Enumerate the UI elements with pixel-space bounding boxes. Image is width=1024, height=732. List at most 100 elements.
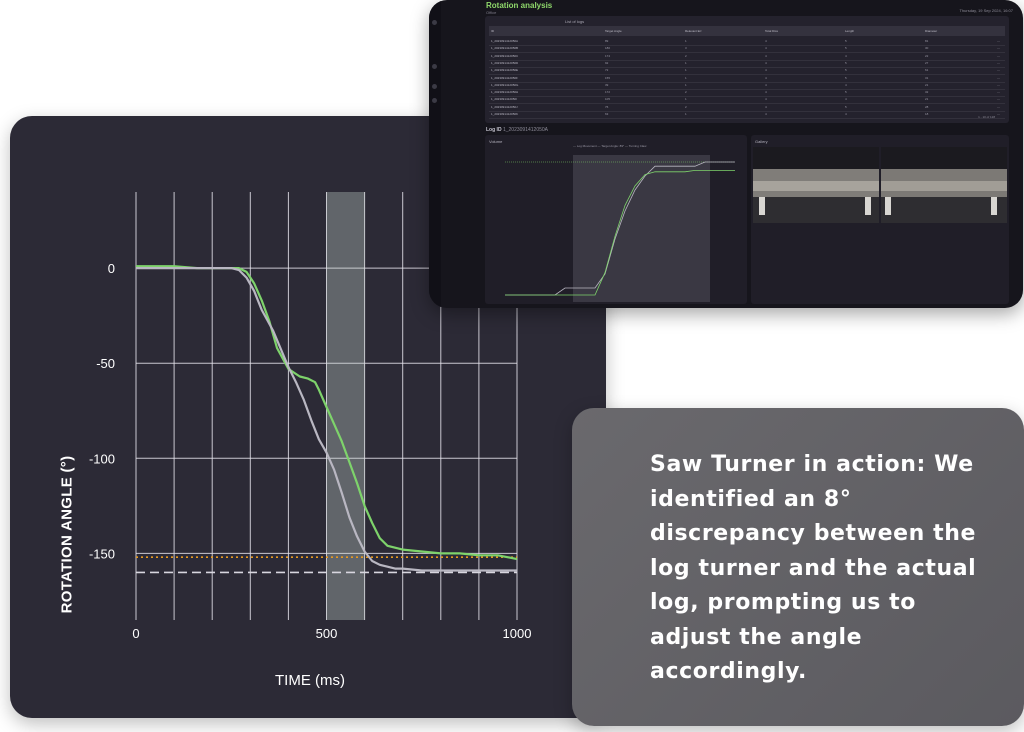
caption-text: Saw Turner in action: We identified an 8… — [650, 452, 977, 684]
row-menu-icon[interactable]: ⋯ — [997, 39, 1000, 43]
table-cell: 22 — [925, 53, 929, 58]
log-photo[interactable] — [881, 147, 1007, 223]
row-menu-icon[interactable]: ⋯ — [997, 61, 1000, 65]
column-header[interactable]: Target Angle — [605, 29, 622, 33]
table-cell: 5 — [845, 39, 847, 43]
log-id: Log ID 1_2023091412050A — [486, 127, 548, 133]
table-cell: 27 — [925, 60, 929, 65]
table-row[interactable]: 1_2023091412050K 63 1 4 4 18 ⋯ — [489, 110, 1005, 119]
table-cell: 5 — [845, 104, 847, 109]
row-menu-icon[interactable]: ⋯ — [997, 83, 1000, 87]
table-cell: 172 — [605, 90, 611, 95]
row-menu-icon[interactable]: ⋯ — [997, 76, 1000, 80]
table-cell: 1 — [685, 68, 687, 73]
table-cell: 4 — [765, 53, 767, 58]
table-cell: 5 — [845, 68, 847, 73]
y-tick-label: -150 — [89, 546, 115, 561]
table-cell: 4 — [845, 82, 847, 87]
table-cell: 1_2023091412050I — [491, 97, 517, 102]
table-cell: 1_2023091412050C — [491, 53, 519, 58]
y-axis-label: ROTATION ANGLE (°) — [58, 455, 76, 614]
table-cell: 1_2023091412050F — [491, 75, 518, 80]
table-cell: 1_2023091412050J — [491, 104, 518, 109]
table-cell: 3 — [685, 46, 687, 51]
nav-icon[interactable] — [432, 84, 437, 89]
table-cell: 4 — [765, 75, 767, 80]
table-cell: 4 — [765, 90, 767, 95]
table-cell: 81 — [925, 39, 929, 43]
table-cell: 1_2023091412050A — [491, 39, 519, 43]
table-cell: 2 — [685, 104, 687, 109]
table-cell: 1_2023091412050B — [491, 46, 519, 51]
table-cell: 1 — [685, 75, 687, 80]
log-id-value: 1_2023091412050A — [502, 127, 548, 133]
nav-icon[interactable] — [432, 64, 437, 69]
row-menu-icon[interactable]: ⋯ — [997, 46, 1000, 50]
table-cell: 4 — [765, 39, 767, 43]
row-menu-icon[interactable]: ⋯ — [997, 90, 1000, 94]
table-cell: 21 — [925, 82, 929, 87]
row-menu-icon[interactable]: ⋯ — [997, 112, 1000, 116]
table-cell: 18 — [925, 112, 929, 116]
table-cell: 4 — [765, 46, 767, 51]
table-cell: 28 — [925, 104, 929, 109]
table-cell: 1_2023091412050G — [491, 82, 519, 87]
table-cell: 4 — [845, 53, 847, 58]
table-cell: 180 — [605, 46, 611, 51]
table-cell: 5 — [845, 75, 847, 80]
table-cell: 39 — [605, 82, 609, 87]
gallery-label: Gallery — [755, 139, 768, 144]
x-axis-label: TIME (ms) — [275, 672, 345, 689]
mini-chart — [505, 155, 735, 302]
column-header[interactable]: Diameter — [925, 29, 937, 33]
table-cell: 5 — [845, 60, 847, 65]
table-cell: 1 — [685, 97, 687, 102]
app-subtitle: Office — [486, 10, 497, 15]
table-cell: 21 — [925, 97, 929, 102]
table-cell: 4 — [765, 60, 767, 65]
selected-range — [573, 155, 710, 302]
x-tick-label: 500 — [316, 626, 338, 641]
log-photo-graphic — [753, 147, 879, 223]
nav-icon[interactable] — [432, 98, 437, 103]
table-cell: 4 — [765, 97, 767, 102]
table-cell: 174 — [605, 53, 611, 58]
y-tick-label: -50 — [96, 356, 115, 371]
table-cell: 89 — [605, 39, 609, 43]
y-tick-label: 0 — [108, 261, 115, 276]
table-cell: 76 — [605, 104, 609, 109]
log-id-label: Log ID — [486, 127, 502, 133]
table-cell: 1_2023091412050E — [491, 68, 519, 73]
table-heading: List of logs — [565, 19, 585, 24]
column-header[interactable]: Relevant Err — [685, 29, 702, 33]
log-photo[interactable] — [753, 147, 879, 223]
table-cell: 1 — [685, 39, 687, 43]
table-cell: 63 — [605, 112, 609, 116]
row-menu-icon[interactable]: ⋯ — [997, 97, 1000, 101]
row-menu-icon[interactable]: ⋯ — [997, 54, 1000, 58]
y-tick-label: -100 — [89, 451, 115, 466]
table-cell: 61 — [925, 68, 929, 73]
table-cell: 1 — [685, 82, 687, 87]
app-screenshot: Rotation analysis Office Thursday, 19 Se… — [429, 0, 1023, 308]
table-cell: 1_2023091412050K — [491, 112, 519, 116]
pagination[interactable]: 1 - 10 of 128 — [978, 115, 995, 119]
table-cell: 31 — [925, 75, 929, 80]
column-header[interactable]: Total Diss — [765, 29, 778, 33]
table-cell: 92 — [605, 60, 609, 65]
row-menu-icon[interactable]: ⋯ — [997, 105, 1000, 109]
table-cell: 1_2023091412050H — [491, 90, 519, 95]
table-cell: 4 — [765, 82, 767, 87]
app-date: Thursday, 19 Sep 2024, 16:07 — [959, 8, 1013, 13]
table-cell: 5 — [845, 90, 847, 95]
column-header[interactable]: Length — [845, 29, 854, 33]
table-cell: 2 — [685, 53, 687, 58]
table-cell: 32 — [925, 90, 929, 95]
table-cell: 2 — [685, 90, 687, 95]
x-tick-label: 1000 — [503, 626, 532, 641]
column-header[interactable]: ID — [491, 29, 494, 33]
app-sidebar — [429, 0, 441, 308]
table-cell: 4 — [845, 97, 847, 102]
table-cell: 30 — [925, 46, 929, 51]
row-menu-icon[interactable]: ⋯ — [997, 68, 1000, 72]
